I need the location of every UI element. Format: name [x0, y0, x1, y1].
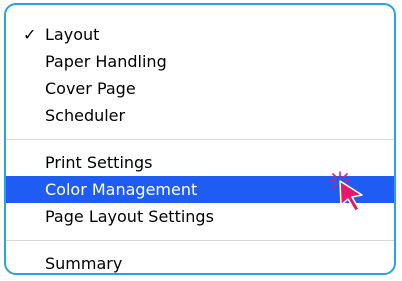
menu-item-label: Print Settings [45, 153, 153, 172]
checkmark-icon: ✓ [23, 25, 37, 44]
menu-item-cover-page[interactable]: Cover Page [6, 75, 394, 102]
menu-item-label: Scheduler [45, 106, 126, 125]
print-options-menu: ✓ Layout Paper Handling Cover Page Sched… [6, 21, 394, 273]
menu-item-label: Layout [45, 25, 100, 44]
menu-item-paper-handling[interactable]: Paper Handling [6, 48, 394, 75]
menu-item-layout[interactable]: ✓ Layout [6, 21, 394, 48]
print-options-menu-frame: ✓ Layout Paper Handling Cover Page Sched… [4, 3, 396, 275]
menu-item-label: Summary [45, 254, 123, 273]
menu-item-label: Paper Handling [45, 52, 167, 71]
pointer-arrow-click-icon [329, 171, 363, 212]
menu-item-scheduler[interactable]: Scheduler [6, 102, 394, 129]
menu-item-label: Color Management [45, 180, 198, 199]
menu-separator [6, 139, 394, 140]
menu-item-label: Page Layout Settings [45, 207, 214, 226]
menu-item-summary[interactable]: Summary [6, 250, 394, 273]
menu-separator [6, 240, 394, 241]
menu-item-label: Cover Page [45, 79, 136, 98]
